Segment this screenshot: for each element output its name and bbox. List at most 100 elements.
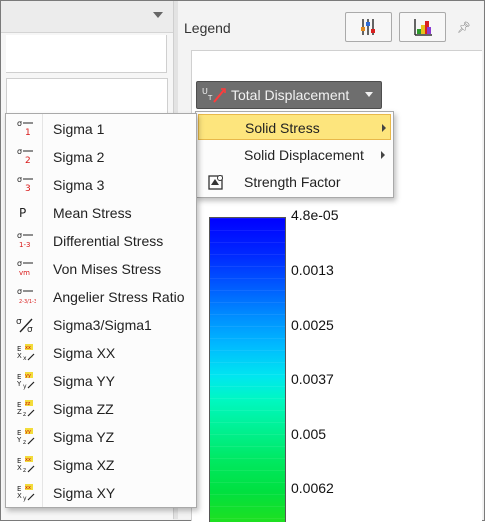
legend-tick-label: 0.0037 bbox=[291, 371, 334, 387]
svg-text:z: z bbox=[23, 467, 26, 474]
solid-stress-menu: σ 1 Sigma 1 σ 2 Sigma 2 σ 3 Sigma 3 P Mean Stress σ… bbox=[5, 113, 197, 508]
menu-item-label: Solid Stress bbox=[245, 120, 320, 136]
legend-tick-label: 0.0062 bbox=[291, 480, 334, 496]
legend-settings-button[interactable] bbox=[345, 12, 392, 42]
left-panel-header bbox=[1, 1, 173, 33]
menu-item-label: Mean Stress bbox=[53, 205, 132, 221]
menu-item-strength-factor[interactable]: Strength Factor bbox=[198, 169, 391, 195]
legend-colors-button[interactable] bbox=[399, 12, 446, 42]
svg-text:2: 2 bbox=[25, 156, 31, 166]
svg-text:1: 1 bbox=[25, 128, 31, 138]
menu-item-label: Angelier Stress Ratio bbox=[53, 289, 185, 305]
svg-text:σ: σ bbox=[17, 176, 22, 184]
chevron-right-icon bbox=[381, 151, 385, 159]
svg-text:x: x bbox=[23, 355, 27, 362]
stress-2-icon: σ2 bbox=[17, 148, 33, 166]
stress-10-icon: EyyY y bbox=[16, 372, 35, 390]
svg-text:Y: Y bbox=[16, 380, 22, 388]
svg-text:σ: σ bbox=[17, 148, 22, 156]
svg-text:σ: σ bbox=[27, 325, 33, 334]
svg-text:σ: σ bbox=[17, 120, 22, 128]
svg-text:P: P bbox=[19, 206, 26, 220]
menu-item-label: Sigma 1 bbox=[53, 121, 105, 137]
stress-3-icon: σ3 bbox=[17, 176, 33, 194]
svg-text:vm: vm bbox=[19, 269, 30, 277]
stress-11-icon: EzzZ z bbox=[17, 400, 35, 418]
svg-text:yy: yy bbox=[25, 373, 31, 379]
svg-text:Z: Z bbox=[17, 408, 22, 416]
sliders-icon bbox=[361, 19, 375, 35]
menu-item-label: Sigma XX bbox=[53, 345, 116, 361]
menu-item-sigma-xz[interactable]: Exx Xz Sigma XZ bbox=[6, 451, 196, 479]
legend-tick-label: 0.0013 bbox=[291, 262, 334, 278]
svg-text:X: X bbox=[17, 352, 22, 360]
svg-text:σ: σ bbox=[17, 260, 22, 268]
legend-tick-label: 4.8e-05 bbox=[291, 207, 339, 223]
menu-item-sigma-yy[interactable]: Eyy Yy Sigma YY bbox=[6, 367, 196, 395]
svg-text:σ: σ bbox=[17, 288, 22, 296]
stress-12-icon: EyyY z bbox=[16, 428, 35, 446]
chevron-down-icon bbox=[365, 92, 373, 97]
menu-item-label: Sigma3/Sigma1 bbox=[53, 317, 152, 333]
stress-8-icon: σσ bbox=[16, 317, 33, 334]
menu-item-sigma-xx[interactable]: Exx Xx Sigma XX bbox=[6, 339, 196, 367]
menu-item-label: Sigma XY bbox=[53, 485, 116, 501]
menu-item-label: Sigma 2 bbox=[53, 149, 105, 165]
result-type-label: Total Displacement bbox=[231, 87, 350, 103]
svg-text:X: X bbox=[17, 464, 22, 472]
svg-text:y: y bbox=[23, 383, 27, 390]
svg-text:T: T bbox=[207, 94, 213, 102]
menu-item-differential-stress[interactable]: σ 1-3 Differential Stress bbox=[6, 227, 196, 255]
svg-text:z: z bbox=[23, 411, 26, 418]
svg-text:y: y bbox=[23, 495, 27, 502]
stress-14-icon: ExxX y bbox=[17, 484, 35, 502]
menu-item-mean-stress[interactable]: P Mean Stress bbox=[6, 199, 196, 227]
menu-item-label: Sigma 3 bbox=[53, 177, 105, 193]
pin-icon[interactable]: 📌︎ bbox=[457, 21, 471, 34]
svg-text:3: 3 bbox=[25, 184, 31, 194]
svg-text:1-3: 1-3 bbox=[19, 241, 30, 249]
stress-1-icon: σ1 bbox=[17, 120, 33, 138]
left-panel-dropdown-icon[interactable] bbox=[153, 12, 163, 18]
svg-text:xx: xx bbox=[25, 485, 31, 491]
result-type-dropdown[interactable]: U T Total Displacement bbox=[196, 81, 382, 109]
menu-item-sigma-2[interactable]: σ 2 Sigma 2 bbox=[6, 143, 196, 171]
color-chart-icon bbox=[414, 19, 432, 36]
stress-13-icon: ExxX z bbox=[17, 456, 35, 474]
svg-text:2-3/1-3: 2-3/1-3 bbox=[19, 299, 36, 305]
strength-factor-icon bbox=[208, 175, 223, 190]
stress-7-icon: σ 2-3/1-3 bbox=[17, 288, 36, 305]
menu-item-label: Sigma YY bbox=[53, 373, 115, 389]
svg-text:X: X bbox=[17, 492, 22, 500]
menu-item-solid-stress[interactable]: Solid Stress bbox=[198, 114, 391, 140]
menu-item-angelier-stress-ratio[interactable]: σ 2-3/1-3 Angelier Stress Ratio bbox=[6, 283, 196, 311]
svg-text:xx: xx bbox=[25, 457, 31, 463]
menu-item-label: Solid Displacement bbox=[244, 147, 364, 163]
menu-item-sigma3-sigma1[interactable]: σ σ Sigma3/Sigma1 bbox=[6, 311, 196, 339]
stress-6-icon: σvm bbox=[17, 260, 33, 277]
stress-9-icon: ExxX x bbox=[17, 344, 35, 362]
menu-item-sigma-zz[interactable]: Ezz Zz Sigma ZZ bbox=[6, 395, 196, 423]
menu-item-sigma-yz[interactable]: Eyy Yz Sigma YZ bbox=[6, 423, 196, 451]
menu-item-label: Von Mises Stress bbox=[53, 261, 162, 277]
menu-item-sigma-1[interactable]: σ 1 Sigma 1 bbox=[6, 115, 196, 143]
displacement-icon: U T bbox=[202, 87, 226, 103]
svg-text:yy: yy bbox=[25, 429, 31, 435]
menu-item-von-mises-stress[interactable]: σ vm Von Mises Stress bbox=[6, 255, 196, 283]
svg-text:Y: Y bbox=[16, 436, 22, 444]
chevron-right-icon bbox=[382, 124, 386, 132]
menu-item-sigma-3[interactable]: σ 3 Sigma 3 bbox=[6, 171, 196, 199]
svg-text:z: z bbox=[23, 439, 26, 446]
legend-tick-label: 0.0025 bbox=[291, 317, 334, 333]
result-category-submenu: Solid Stress Solid Displacement Strength… bbox=[195, 111, 394, 198]
stress-4-icon: P bbox=[19, 206, 26, 220]
left-panel-field[interactable] bbox=[6, 35, 167, 73]
menu-item-sigma-xy[interactable]: Exx Xy Sigma XY bbox=[6, 479, 196, 507]
menu-item-label: Strength Factor bbox=[244, 174, 341, 190]
menu-item-solid-displacement[interactable]: Solid Displacement bbox=[198, 142, 391, 168]
svg-text:σ: σ bbox=[16, 317, 22, 327]
svg-text:σ: σ bbox=[17, 232, 22, 240]
legend-tick-label: 0.005 bbox=[291, 426, 327, 442]
svg-text:xx: xx bbox=[25, 345, 31, 351]
legend-color-bar bbox=[209, 217, 286, 522]
